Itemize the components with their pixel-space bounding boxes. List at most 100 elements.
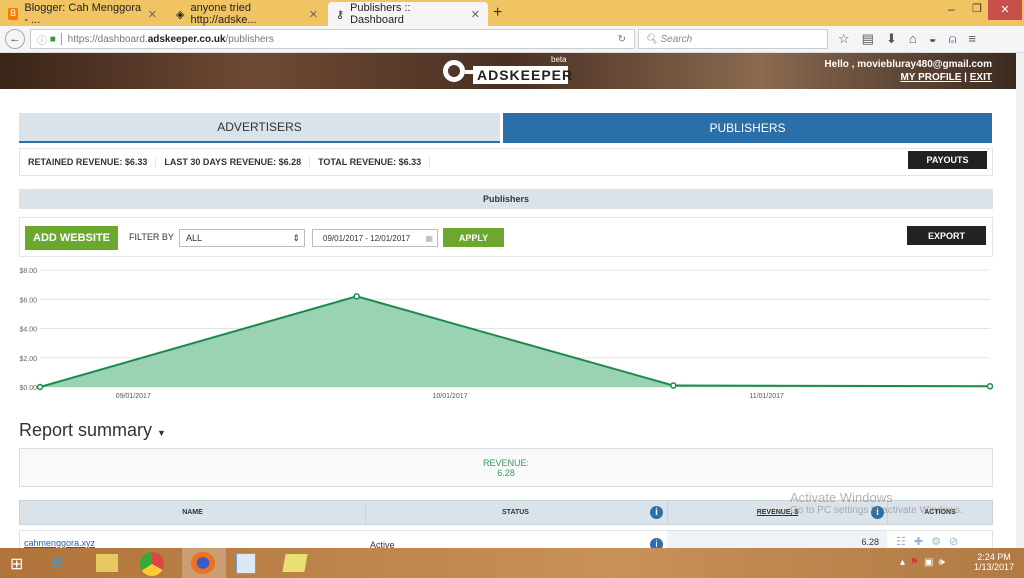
tab-label: Publishers :: Dashboard: [350, 2, 411, 26]
export-button[interactable]: EXPORT: [907, 226, 986, 245]
menu-icon[interactable]: ≡: [968, 31, 988, 46]
tab-label: anyone tried http://adske...: [190, 2, 257, 26]
restore-button[interactable]: ❐: [972, 2, 982, 15]
watermark-sub: Go to PC settings to activate Windows.: [790, 505, 963, 516]
reading-list-icon[interactable]: ▤: [862, 31, 886, 46]
close-icon[interactable]: ✕: [471, 8, 480, 21]
browser-tab-bar: B Blogger: Cah Menggora - ... ✕ ◈ anyone tr…: [0, 0, 1024, 26]
col-name[interactable]: NAME: [20, 509, 365, 516]
watermark-title: Activate Windows: [790, 490, 893, 505]
apply-button[interactable]: APPLY: [443, 228, 504, 247]
wordpad-icon[interactable]: [236, 553, 256, 574]
bookmark-star-icon[interactable]: ☆: [838, 31, 862, 46]
firefox-icon: [191, 552, 215, 574]
x-tick-label: 11/01/2017: [749, 393, 784, 400]
tab-blogger[interactable]: B Blogger: Cah Menggora - ... ✕: [0, 2, 165, 26]
site-name-link[interactable]: cahmenggora.xyz: [24, 538, 95, 548]
key-logo-icon: [443, 60, 465, 82]
url-bar[interactable]: ⓘ ■ │ https://dashboard. adskeeper.co.uk /…: [30, 29, 635, 49]
scrollbar[interactable]: [1016, 53, 1024, 548]
beta-label: beta: [551, 55, 567, 64]
col-status[interactable]: STATUS: [365, 501, 665, 524]
file-explorer-icon[interactable]: [96, 554, 118, 572]
clock-time[interactable]: 2:24 PM: [968, 552, 1020, 562]
total-revenue: TOTAL REVENUE: $6.33: [310, 157, 431, 167]
home-icon[interactable]: ⌂: [909, 31, 929, 46]
y-tick-label: $2.00: [19, 356, 37, 363]
back-button[interactable]: ←: [5, 29, 25, 49]
report-title-text: Report summary: [19, 420, 153, 440]
account-icon[interactable]: ⍝: [949, 31, 969, 46]
tab-label: Blogger: Cah Menggora - ...: [24, 2, 142, 26]
minimize-button[interactable]: –: [948, 2, 955, 16]
filter-by-label: FILTER BY: [129, 232, 174, 242]
data-point: [353, 293, 360, 300]
tab-advertisers[interactable]: ADVERTISERS: [19, 113, 500, 143]
data-point: [986, 383, 994, 390]
system-tray[interactable]: ▴⚑▣🕪︎: [900, 557, 950, 568]
windows-start-icon[interactable]: ⊞: [10, 554, 23, 574]
filter-select[interactable]: ALL ⇕: [179, 229, 305, 247]
date-range-value: 09/01/2017 - 12/01/2017: [323, 234, 411, 243]
plus-icon[interactable]: ✚: [914, 536, 931, 548]
url-prefix: https://dashboard.: [67, 33, 148, 45]
volume-icon[interactable]: 🕪︎: [938, 557, 949, 568]
info-icon[interactable]: i: [650, 506, 663, 519]
tab-publishers-active[interactable]: PUBLISHERS: [503, 113, 992, 143]
firefox-taskbar-button[interactable]: [182, 548, 226, 578]
windows-watermark: Activate Windows Go to PC settings to act…: [790, 490, 963, 516]
clock-date[interactable]: 1/13/2017: [968, 562, 1020, 572]
revenue-summary-box: REVENUE: 6.28: [19, 448, 993, 487]
network-icon[interactable]: ▣: [924, 557, 938, 568]
add-website-button[interactable]: ADD WEBSITE: [25, 226, 118, 250]
select-arrows-icon: ⇕: [292, 233, 300, 243]
section-title: Publishers: [19, 189, 993, 209]
retained-revenue: RETAINED REVENUE: $6.33: [20, 157, 157, 167]
stats-bar: RETAINED REVENUE: $6.33 LAST 30 DAYS REV…: [19, 148, 993, 176]
block-icon[interactable]: ⊘: [949, 536, 966, 548]
lock-icon: ■: [49, 33, 56, 45]
close-window-button[interactable]: ✕: [988, 0, 1022, 20]
close-icon[interactable]: ✕: [309, 8, 318, 21]
revenue-cell: 6.28: [667, 531, 887, 549]
logo[interactable]: ADSKEEPER beta: [443, 55, 572, 86]
calendar-icon[interactable]: ▦: [425, 230, 433, 247]
site-header: ADSKEEPER beta Hello , moviebluray480@gm…: [0, 53, 1016, 89]
x-tick-label: 10/01/2017: [432, 393, 467, 400]
greeting: Hello , moviebluray480@gmail.com: [824, 59, 992, 70]
exit-link[interactable]: EXIT: [970, 72, 992, 83]
key-icon: ⚷: [336, 8, 345, 21]
pocket-icon[interactable]: ◒: [929, 31, 949, 46]
search-icon: 🔍︎: [645, 33, 658, 45]
report-summary-title[interactable]: Report summary ▼: [19, 420, 166, 441]
gear-icon[interactable]: ⚙: [931, 536, 949, 548]
info-icon: ⓘ: [37, 35, 47, 47]
toolbar-icons[interactable]: ☆▤⬇⌂◒⍝≡: [838, 31, 988, 47]
blogger-icon: B: [8, 8, 19, 20]
tab-publishers[interactable]: ⚷ Publishers :: Dashboard ✕: [328, 2, 488, 26]
list-icon[interactable]: ☷: [896, 536, 914, 548]
data-point: [36, 383, 44, 391]
new-tab-button[interactable]: +: [493, 4, 502, 22]
search-input[interactable]: 🔍︎ Search: [638, 29, 828, 49]
tab-forum[interactable]: ◈ anyone tried http://adske... ✕: [168, 2, 326, 26]
date-range-input[interactable]: 09/01/2017 - 12/01/2017 ▦: [312, 229, 438, 247]
my-profile-link[interactable]: MY PROFILE: [900, 72, 961, 83]
sticky-notes-icon[interactable]: [282, 554, 308, 572]
chrome-icon[interactable]: [140, 552, 164, 576]
flag-icon[interactable]: ⚑: [910, 557, 924, 568]
download-icon[interactable]: ⬇: [886, 31, 909, 46]
y-tick-label: $6.00: [19, 297, 37, 304]
caret-down-icon: ▼: [157, 428, 166, 438]
url-domain: adskeeper.co.uk: [147, 33, 226, 45]
payouts-button[interactable]: PAYOUTS: [908, 151, 987, 169]
y-tick-label: $0.00: [19, 385, 37, 392]
revenue-chart: $0.00 $2.00 $4.00 $6.00 $8.00 09/01/2017 10/01…: [19, 268, 994, 400]
taskbar: ⊞ e ▴⚑▣🕪︎ 2:24 PM 1/13/2017: [0, 548, 1024, 578]
reload-icon[interactable]: ↻: [618, 34, 626, 45]
revenue-value: 6.28: [497, 468, 515, 478]
ie-icon[interactable]: e: [52, 551, 63, 574]
data-point: [670, 382, 677, 389]
filter-select-value: ALL: [186, 233, 203, 243]
close-icon[interactable]: ✕: [148, 8, 157, 21]
